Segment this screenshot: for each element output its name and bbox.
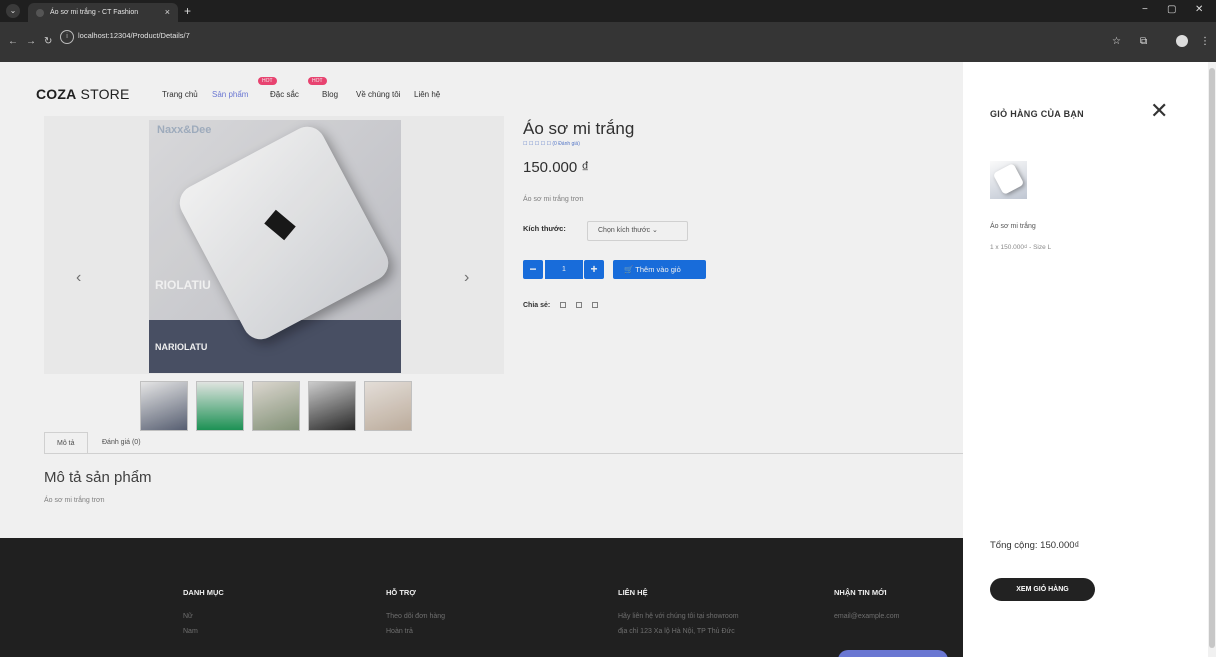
- twitter-icon[interactable]: [576, 302, 583, 309]
- thumbnail[interactable]: [308, 381, 356, 431]
- footer-heading: LIÊN HỆ: [618, 588, 648, 597]
- quantity-input[interactable]: 1: [545, 260, 583, 279]
- back-icon[interactable]: ←: [8, 36, 18, 47]
- menu-item-featured[interactable]: Đặc sắc HOT: [270, 77, 327, 99]
- product-price: 150.000 ₫: [523, 159, 590, 176]
- product-title: Áo sơ mi trắng: [523, 119, 635, 138]
- page-scrollbar[interactable]: [1208, 62, 1216, 657]
- cart-total: Tổng cộng: 150.000₫: [990, 540, 1080, 551]
- newsletter-email-input[interactable]: email@example.com: [834, 613, 899, 620]
- cart-item-name[interactable]: Áo sơ mi trắng: [990, 223, 1036, 230]
- cart-panel: GIỎ HÀNG CỦA BẠN ✕ Áo sơ mi trắng 1 x 15…: [963, 62, 1208, 657]
- footer-link[interactable]: Theo dõi đơn hàng: [386, 613, 445, 620]
- new-tab-button[interactable]: +: [184, 3, 191, 19]
- share-row: Chia sẻ:: [523, 302, 599, 309]
- close-window-button[interactable]: ✕: [1195, 4, 1203, 15]
- browser-tab[interactable]: Áo sơ mi trắng - CT Fashion ×: [28, 3, 178, 22]
- size-select[interactable]: Chọn kích thước ⌄: [587, 221, 688, 241]
- maximize-button[interactable]: ▢: [1167, 4, 1176, 15]
- menu-item-home[interactable]: Trang chủ: [162, 90, 198, 99]
- size-label: Kích thước:: [523, 224, 566, 233]
- footer-heading: HỖ TRỢ: [386, 588, 416, 597]
- facebook-icon[interactable]: [560, 302, 567, 309]
- add-to-cart-button[interactable]: 🛒 Thêm vào giỏ: [613, 260, 706, 279]
- product-short-description: Áo sơ mi trắng trơn: [523, 196, 584, 203]
- view-cart-button[interactable]: XEM GIỎ HÀNG: [990, 578, 1095, 601]
- close-icon[interactable]: ✕: [1150, 100, 1168, 122]
- image-print-text: NARIOLATU: [155, 342, 208, 352]
- tabs-divider: [44, 453, 963, 454]
- tab-title: Áo sơ mi trắng - CT Fashion: [50, 9, 139, 16]
- footer-link[interactable]: Hoàn trả: [386, 628, 445, 635]
- description-title: Mô tả sản phẩm: [44, 469, 152, 486]
- tab-search-icon[interactable]: ⌄: [6, 4, 20, 18]
- footer-heading: NHẬN TIN MỚI: [834, 588, 887, 597]
- hot-badge: HOT: [258, 77, 277, 85]
- thumbnail[interactable]: [140, 381, 188, 431]
- minimize-button[interactable]: −: [1142, 4, 1148, 15]
- bookmark-star-icon[interactable]: ☆: [1112, 36, 1121, 47]
- tab-close-icon[interactable]: ×: [165, 3, 170, 22]
- tab-description[interactable]: Mô tả: [44, 432, 88, 454]
- forward-icon[interactable]: →: [26, 36, 36, 47]
- menu-item-blog[interactable]: Blog: [322, 90, 338, 99]
- quantity-decrease-button[interactable]: −: [523, 260, 543, 279]
- cart-item-image[interactable]: [990, 161, 1027, 199]
- menu-item-about[interactable]: Về chúng tôi: [356, 90, 400, 99]
- footer-link[interactable]: Nữ: [183, 613, 224, 620]
- site-info-icon[interactable]: i: [60, 30, 74, 44]
- footer-col-contact: LIÊN HỆ Hãy liên hệ với chúng tôi tại sh…: [618, 588, 739, 635]
- page-content: COZA STORE Trang chủ Sản phẩm HOT Đặc sắ…: [0, 62, 1216, 657]
- reload-icon[interactable]: ↻: [44, 36, 52, 47]
- image-brand-text: Naxx&Dee: [157, 124, 212, 136]
- footer-col-newsletter: NHẬN TIN MỚI email@example.com: [834, 588, 899, 620]
- footer-heading: DANH MỤC: [183, 588, 224, 597]
- subscribe-button[interactable]: [838, 650, 948, 657]
- product-main-image[interactable]: Naxx&Dee RIOLATIU NARIOLATU: [149, 120, 401, 373]
- tab-reviews[interactable]: Đánh giá (0): [90, 432, 153, 454]
- description-text: Áo sơ mi trắng trơn: [44, 497, 105, 504]
- cart-item-detail: 1 x 150.000₫ - Size L: [990, 244, 1052, 251]
- hot-badge: HOT: [308, 77, 327, 85]
- cart-icon: 🛒: [624, 265, 634, 274]
- thumbnail[interactable]: [196, 381, 244, 431]
- thumbnail[interactable]: [252, 381, 300, 431]
- footer-col-support: HỖ TRỢ Theo dõi đơn hàng Hoàn trả: [386, 588, 445, 635]
- image-print-text: RIOLATIU: [155, 278, 211, 292]
- google-icon[interactable]: [592, 302, 599, 309]
- menu-item-contact[interactable]: Liên hệ: [414, 90, 440, 99]
- profile-avatar-icon[interactable]: [1176, 35, 1188, 47]
- footer-text: Hãy liên hệ với chúng tôi tại showroom: [618, 613, 739, 620]
- cart-title: GIỎ HÀNG CỦA BẠN: [990, 109, 1084, 119]
- menu-item-products[interactable]: Sản phẩm HOT: [212, 77, 277, 99]
- footer-col-categories: DANH MỤC Nữ Nam: [183, 588, 224, 635]
- thumbnail[interactable]: [364, 381, 412, 431]
- site-logo[interactable]: COZA STORE: [36, 86, 130, 102]
- footer-link[interactable]: Nam: [183, 628, 224, 635]
- browser-tab-bar: ⌄ Áo sơ mi trắng - CT Fashion × + − ▢ ✕: [0, 0, 1216, 22]
- url-text: localhost:12304/Product/Details/7: [78, 31, 190, 40]
- next-image-arrow-icon[interactable]: ›: [464, 269, 469, 287]
- extensions-icon[interactable]: ⧉: [1140, 36, 1147, 47]
- address-bar-row: ← → ↻ i localhost:12304/Product/Details/…: [0, 22, 1216, 62]
- footer-text: địa chỉ 123 Xa lộ Hà Nội, TP Thủ Đức: [618, 628, 735, 635]
- favicon-icon: [36, 9, 44, 17]
- omnibox[interactable]: i localhost:12304/Product/Details/7: [60, 30, 1140, 44]
- chevron-down-icon: ⌄: [652, 227, 658, 234]
- site-header: COZA STORE Trang chủ Sản phẩm HOT Đặc sắ…: [0, 62, 963, 122]
- quantity-increase-button[interactable]: +: [584, 260, 604, 279]
- rating-stars: ☐ ☐ ☐ ☐ ☐ (0 Đánh giá): [523, 141, 580, 147]
- site-footer: DANH MỤC Nữ Nam HỖ TRỢ Theo dõi đơn hàng…: [0, 538, 963, 657]
- browser-menu-icon[interactable]: ⋮: [1200, 36, 1210, 47]
- prev-image-arrow-icon[interactable]: ‹: [76, 269, 81, 287]
